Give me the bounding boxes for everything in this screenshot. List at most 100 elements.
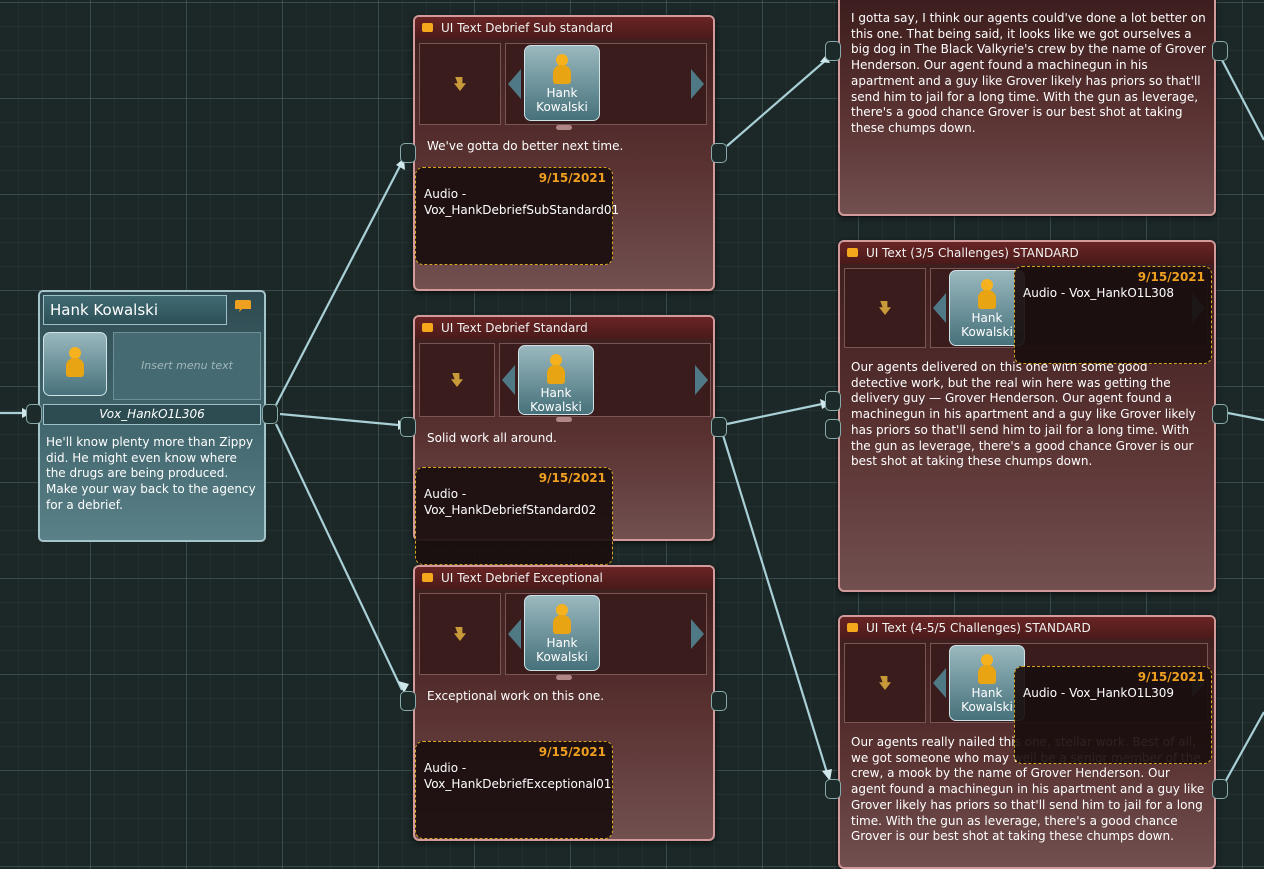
input-pin[interactable] xyxy=(400,417,416,437)
speaker-selector[interactable]: Hank Kowalski xyxy=(505,43,707,125)
audio-file: Audio - Vox_HankDebriefExceptional01 xyxy=(424,761,612,791)
audio-date: 9/15/2021 xyxy=(538,471,606,485)
next-speaker-icon[interactable] xyxy=(691,619,704,649)
node-header: UI Text Debrief Standard xyxy=(415,317,713,339)
node-icon xyxy=(422,323,433,332)
speaker-selector[interactable]: Hank Kowalski xyxy=(505,593,707,675)
hank-portrait[interactable] xyxy=(43,332,107,396)
audio-panel[interactable]: 9/15/2021 Audio - Vox_HankDebriefExcepti… xyxy=(415,741,613,839)
input-pin[interactable] xyxy=(825,779,841,799)
audio-file: Audio - Vox_HankO1L309 xyxy=(1023,686,1175,700)
menu-text-placeholder: Insert menu text xyxy=(141,359,233,372)
character-icon xyxy=(978,654,996,684)
speaker-portrait[interactable]: Hank Kowalski xyxy=(524,45,600,121)
node-text: Exceptional work on this one. xyxy=(427,689,605,703)
speaker-name-field[interactable]: Hank Kowalski xyxy=(43,295,227,325)
prev-speaker-icon[interactable] xyxy=(508,619,521,649)
node-text: Solid work all around. xyxy=(427,431,557,445)
audio-file: Audio - Vox_HankDebriefSubStandard01 xyxy=(424,187,620,217)
challenges-4-5-node[interactable]: UI Text (4-5/5 Challenges) STANDARD Hank… xyxy=(838,615,1216,869)
input-pin[interactable] xyxy=(400,143,416,163)
audio-label: Vox_HankO1L306 xyxy=(99,407,205,421)
node-text: We've gotta do better next time. xyxy=(427,139,624,153)
speaker-first-name: Hank xyxy=(971,686,1003,700)
audio-panel[interactable]: 9/15/2021 Audio - Vox_HankDebriefSubStan… xyxy=(415,167,620,265)
stage-direction-box[interactable] xyxy=(419,43,501,125)
speaker-selector[interactable]: Hank Kowalski xyxy=(499,343,711,417)
node-title: UI Text Debrief Sub standard xyxy=(441,21,614,35)
input-pin[interactable] xyxy=(825,391,841,411)
audio-date: 9/15/2021 xyxy=(538,745,606,759)
audio-panel[interactable]: 9/15/2021 Audio - Vox_HankO1L308 xyxy=(1014,266,1212,364)
input-pin[interactable] xyxy=(825,419,841,439)
input-pin[interactable] xyxy=(825,41,841,61)
audio-date: 9/15/2021 xyxy=(1137,270,1205,284)
input-pin[interactable] xyxy=(26,404,42,424)
output-pin[interactable] xyxy=(711,691,727,711)
hank-kowalski-node[interactable]: Hank Kowalski Insert menu text Vox_HankO… xyxy=(38,290,266,542)
node-title: UI Text (3/5 Challenges) STANDARD xyxy=(866,246,1079,260)
node-icon xyxy=(422,23,433,32)
resize-handle[interactable] xyxy=(556,417,572,422)
audio-file: Audio - Vox_HankDebriefStandard02 xyxy=(424,487,597,517)
prev-speaker-icon[interactable] xyxy=(502,365,515,395)
output-pin[interactable] xyxy=(1212,404,1228,424)
prev-speaker-icon[interactable] xyxy=(933,293,946,323)
node-icon xyxy=(847,623,858,632)
speaker-first-name: Hank xyxy=(546,86,578,100)
output-pin[interactable] xyxy=(711,417,727,437)
audio-panel[interactable]: 9/15/2021 Audio - Vox_HankO1L309 xyxy=(1014,666,1212,764)
comment-icon[interactable] xyxy=(235,300,251,312)
input-pin[interactable] xyxy=(400,691,416,711)
speaker-last-name: Kowalski xyxy=(536,100,588,114)
speaker-first-name: Hank xyxy=(971,311,1003,325)
debrief-substandard-node[interactable]: UI Text Debrief Sub standard Hank Kowalsk… xyxy=(413,15,715,291)
resize-handle[interactable] xyxy=(556,125,572,130)
resize-handle[interactable] xyxy=(556,675,572,680)
next-speaker-icon[interactable] xyxy=(691,69,704,99)
audio-file: Audio - Vox_HankO1L308 xyxy=(1023,286,1175,300)
audio-date: 9/15/2021 xyxy=(538,171,606,185)
output-pin[interactable] xyxy=(711,143,727,163)
challenges-3-5-node[interactable]: UI Text (3/5 Challenges) STANDARD Hank Ko… xyxy=(838,240,1216,592)
node-icon xyxy=(847,248,858,257)
text-node-top[interactable]: I gotta say, I think our agents could've… xyxy=(838,0,1216,216)
stage-direction-box[interactable] xyxy=(419,343,495,417)
stage-direction-box[interactable] xyxy=(844,643,926,723)
node-header: UI Text Debrief Exceptional xyxy=(415,567,713,589)
speaker-portrait[interactable]: Hank Kowalski xyxy=(524,595,600,671)
debrief-exceptional-node[interactable]: UI Text Debrief Exceptional Hank Kowalski… xyxy=(413,565,715,841)
speaker-first-name: Hank xyxy=(540,386,572,400)
output-pin[interactable] xyxy=(1212,779,1228,799)
speaker-last-name: Kowalski xyxy=(961,325,1013,339)
stage-direction-box[interactable] xyxy=(419,593,501,675)
menu-text-field[interactable]: Insert menu text xyxy=(113,332,261,400)
prev-speaker-icon[interactable] xyxy=(933,668,946,698)
stage-direction-icon xyxy=(454,627,466,641)
character-icon xyxy=(66,347,84,377)
debrief-standard-node[interactable]: UI Text Debrief Standard Hank Kowalski So… xyxy=(413,315,715,565)
node-title: UI Text (4-5/5 Challenges) STANDARD xyxy=(866,621,1091,635)
node-header: UI Text Debrief Sub standard xyxy=(415,17,713,39)
node-title: UI Text Debrief Standard xyxy=(441,321,588,335)
output-pin[interactable] xyxy=(262,404,278,424)
output-pin[interactable] xyxy=(1212,41,1228,61)
character-icon xyxy=(547,354,565,384)
stage-direction-icon xyxy=(454,77,466,91)
node-title: UI Text Debrief Exceptional xyxy=(441,571,603,585)
speaker-last-name: Kowalski xyxy=(530,400,582,414)
stage-direction-icon xyxy=(879,301,891,315)
speaker-last-name: Kowalski xyxy=(536,650,588,664)
audio-panel[interactable]: 9/15/2021 Audio - Vox_HankDebriefStandar… xyxy=(415,467,613,565)
speaker-last-name: Kowalski xyxy=(961,700,1013,714)
node-text: Our agents delivered on this one with so… xyxy=(851,360,1196,469)
prev-speaker-icon[interactable] xyxy=(508,69,521,99)
node-icon xyxy=(422,573,433,582)
speaker-first-name: Hank xyxy=(546,636,578,650)
next-speaker-icon[interactable] xyxy=(695,365,708,395)
node-header: UI Text (4-5/5 Challenges) STANDARD xyxy=(840,617,1214,639)
stage-direction-icon xyxy=(451,373,463,387)
speaker-portrait[interactable]: Hank Kowalski xyxy=(518,345,594,415)
stage-direction-box[interactable] xyxy=(844,268,926,348)
node-header: UI Text (3/5 Challenges) STANDARD xyxy=(840,242,1214,264)
